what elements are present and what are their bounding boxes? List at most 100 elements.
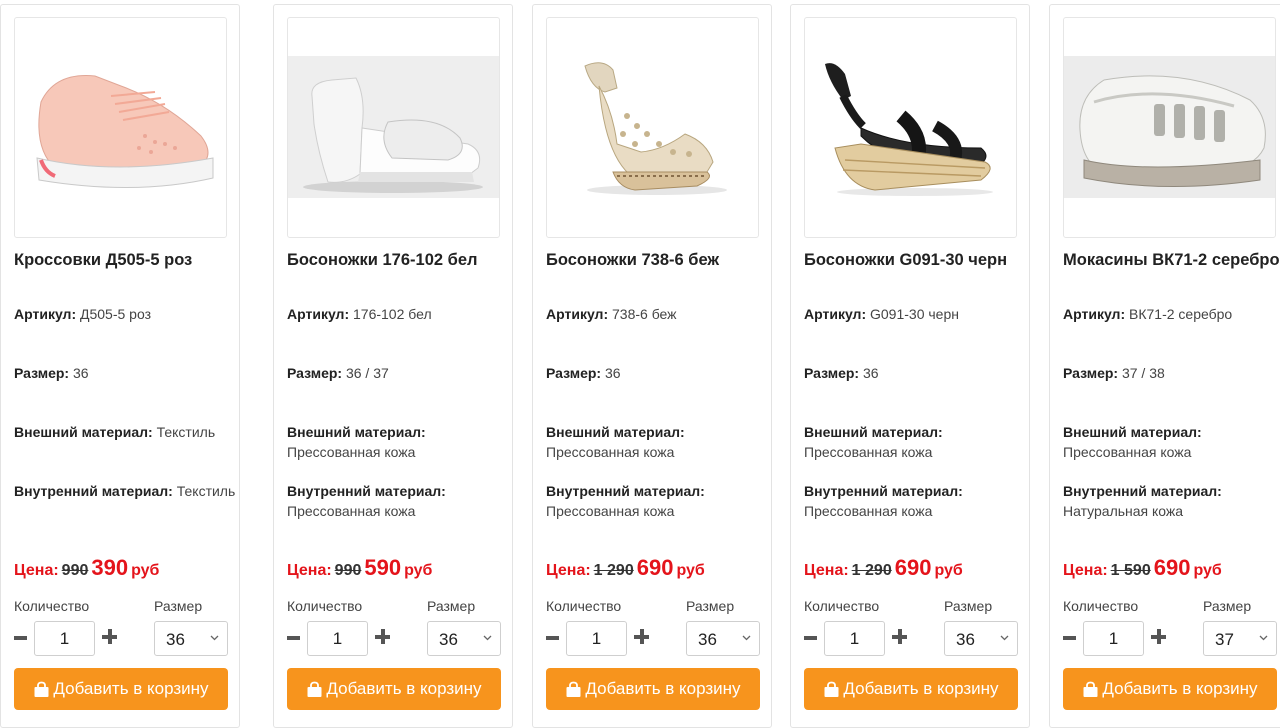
size-value: 36	[72, 365, 89, 381]
article-value: G091-30 черн	[870, 306, 959, 322]
currency: руб	[934, 562, 963, 579]
decrease-quantity-icon[interactable]	[14, 636, 27, 640]
product-article: Артикул: Д505-5 роз	[14, 304, 244, 324]
shopping-bag-icon	[824, 681, 839, 697]
new-price: 690	[894, 555, 932, 580]
quantity-input[interactable]	[34, 621, 95, 656]
product-image[interactable]	[14, 17, 227, 238]
article-value: 738-6 беж	[612, 306, 677, 322]
decrease-quantity-icon[interactable]	[546, 636, 559, 640]
quantity-label: Количество	[546, 598, 622, 614]
price-row: Цена: 990 590 руб	[287, 555, 432, 581]
shopping-bag-icon	[34, 681, 49, 697]
old-price: 1 590	[1110, 562, 1151, 579]
inner-material-label: Внутренний материал:	[287, 483, 446, 499]
quantity-input[interactable]	[307, 621, 368, 656]
currency: руб	[404, 562, 433, 579]
product-article: Артикул: ВК71-2 серебро	[1063, 304, 1280, 324]
decrease-quantity-icon[interactable]	[804, 636, 817, 640]
size-select[interactable]: 36	[686, 621, 760, 656]
inner-material-value: Прессованная кожа	[546, 503, 675, 519]
increase-quantity-icon[interactable]	[1151, 629, 1166, 644]
increase-quantity-icon[interactable]	[375, 629, 390, 644]
size-label: Размер:	[14, 365, 70, 381]
new-price: 390	[91, 555, 129, 580]
add-to-cart-label: Добавить в корзину	[53, 679, 209, 698]
quantity-label: Количество	[804, 598, 880, 614]
quantity-label: Количество	[287, 598, 363, 614]
product-image[interactable]	[546, 17, 759, 238]
chevron-down-icon	[742, 635, 751, 641]
decrease-quantity-icon[interactable]	[287, 636, 300, 640]
currency: руб	[1193, 562, 1222, 579]
product-article: Артикул: G091-30 черн	[804, 304, 1034, 324]
beige-wedge-sandal-image	[547, 56, 758, 198]
price-row: Цена: 1 290 690 руб	[546, 555, 705, 581]
product-inner-material: Внутренний материал: Прессованная кожа	[546, 481, 776, 521]
add-to-cart-label: Добавить в корзину	[1102, 679, 1258, 698]
increase-quantity-icon[interactable]	[102, 629, 117, 644]
size-label: Размер:	[546, 365, 602, 381]
article-label: Артикул:	[546, 306, 609, 322]
inner-material-label: Внутренний материал:	[804, 483, 963, 499]
product-title[interactable]: Мокасины ВК71-2 серебро	[1063, 249, 1280, 272]
product-title[interactable]: Босоножки G091-30 черн	[804, 249, 1026, 272]
product-title[interactable]: Босоножки 176-102 бел	[287, 249, 509, 272]
price-label: Цена:	[287, 562, 332, 579]
price-label: Цена:	[14, 562, 59, 579]
inner-material-value: Натуральная кожа	[1063, 503, 1184, 519]
size-select-label: Размер	[427, 598, 476, 614]
silver-moccasin-image	[1064, 56, 1275, 198]
product-article: Артикул: 176-102 бел	[287, 304, 517, 324]
quantity-input[interactable]	[824, 621, 885, 656]
add-to-cart-button[interactable]: Добавить в корзину	[1063, 668, 1277, 710]
increase-quantity-icon[interactable]	[892, 629, 907, 644]
add-to-cart-button[interactable]: Добавить в корзину	[546, 668, 760, 710]
size-select-value: 36	[166, 630, 185, 649]
old-price: 1 290	[851, 562, 892, 579]
decrease-quantity-icon[interactable]	[1063, 636, 1076, 640]
product-image[interactable]	[1063, 17, 1276, 238]
price-row: Цена: 1 290 690 руб	[804, 555, 963, 581]
outer-material-label: Внешний материал:	[1063, 424, 1202, 440]
inner-material-label: Внутренний материал:	[546, 483, 705, 499]
size-select-value: 36	[698, 630, 717, 649]
size-value: 36	[604, 365, 621, 381]
product-title[interactable]: Босоножки 738-6 беж	[546, 249, 768, 272]
add-to-cart-button[interactable]: Добавить в корзину	[287, 668, 501, 710]
size-select-value: 36	[439, 630, 458, 649]
product-image[interactable]	[804, 17, 1017, 238]
size-select[interactable]: 37	[1203, 621, 1277, 656]
product-title[interactable]: Кроссовки Д505-5 роз	[14, 249, 236, 272]
chevron-down-icon	[1259, 635, 1268, 641]
size-select[interactable]: 36	[154, 621, 228, 656]
price-label: Цена:	[1063, 562, 1108, 579]
article-label: Артикул:	[1063, 306, 1126, 322]
inner-material-label: Внутренний материал:	[14, 483, 173, 499]
increase-quantity-icon[interactable]	[634, 629, 649, 644]
quantity-input[interactable]	[566, 621, 627, 656]
size-select[interactable]: 36	[944, 621, 1018, 656]
outer-material-value: Прессованная кожа	[804, 444, 933, 460]
product-outer-material: Внешний материал: Прессованная кожа	[287, 422, 517, 462]
outer-material-label: Внешний материал:	[804, 424, 943, 440]
product-image[interactable]	[287, 17, 500, 238]
outer-material-value: Прессованная кожа	[1063, 444, 1192, 460]
add-to-cart-button[interactable]: Добавить в корзину	[804, 668, 1018, 710]
inner-material-value: Прессованная кожа	[287, 503, 416, 519]
price-row: Цена: 990 390 руб	[14, 555, 159, 581]
size-select[interactable]: 36	[427, 621, 501, 656]
add-to-cart-button[interactable]: Добавить в корзину	[14, 668, 228, 710]
product-card: Босоножки 738-6 беж Артикул: 738-6 беж Р…	[532, 4, 772, 728]
size-value: 36 / 37	[345, 365, 389, 381]
product-card: Мокасины ВК71-2 серебро Артикул: ВК71-2 …	[1049, 4, 1280, 728]
article-label: Артикул:	[287, 306, 350, 322]
chevron-down-icon	[210, 635, 219, 641]
product-size: Размер: 36	[14, 363, 244, 383]
old-price: 990	[334, 562, 362, 579]
size-select-value: 37	[1215, 630, 1234, 649]
chevron-down-icon	[483, 635, 492, 641]
product-size: Размер: 37 / 38	[1063, 363, 1280, 383]
size-select-label: Размер	[944, 598, 993, 614]
quantity-input[interactable]	[1083, 621, 1144, 656]
